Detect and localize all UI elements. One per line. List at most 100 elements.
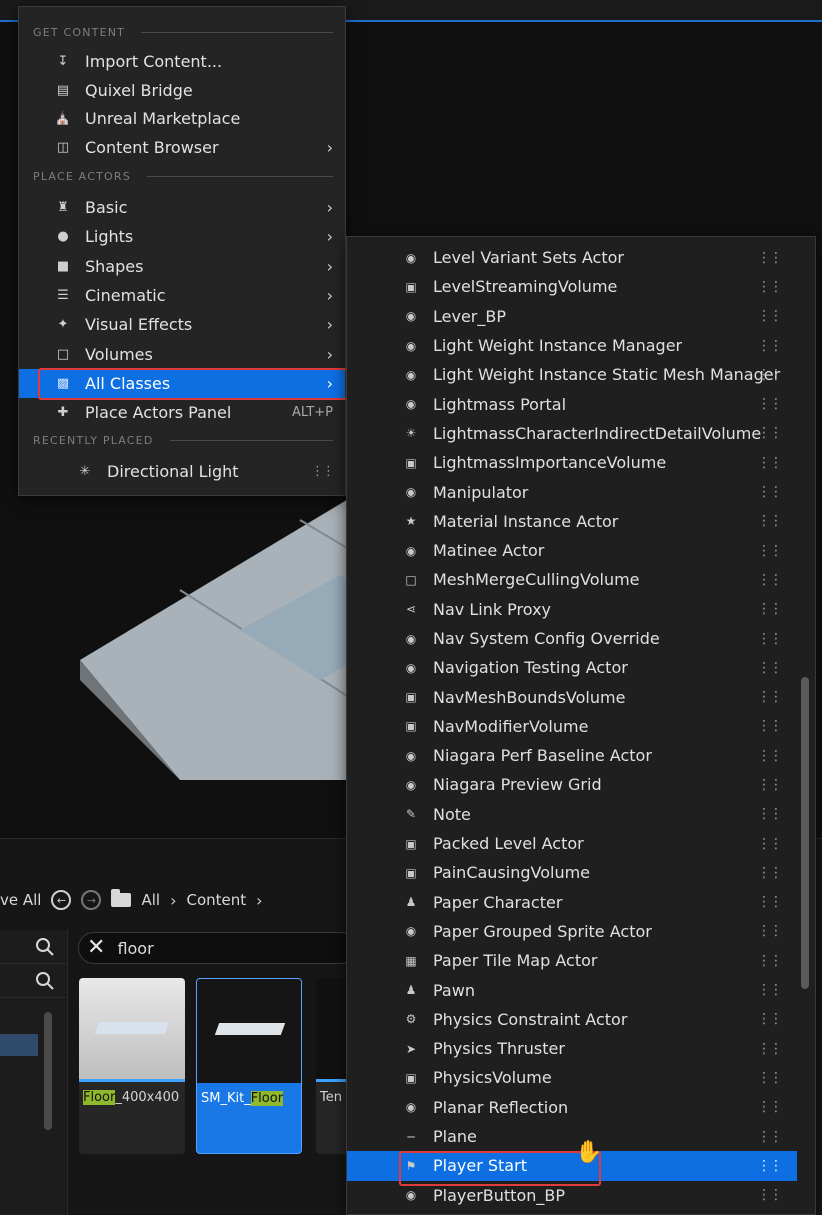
back-icon[interactable]: ← — [51, 890, 72, 910]
drag-grip-icon[interactable]: ⋮⋮ — [757, 1187, 783, 1203]
breadcrumb-all[interactable]: All — [141, 891, 160, 909]
menu-item-directional-light[interactable]: ✳ Directional Light ⋮⋮ — [19, 457, 345, 486]
class-item[interactable]: ◉ PlayerButton_BP ⋮⋮ — [347, 1181, 797, 1210]
menu-item-basic[interactable]: ♜ Basic › — [19, 193, 345, 222]
class-item[interactable]: ⚙ Physics Constraint Actor ⋮⋮ — [347, 1005, 797, 1034]
drag-grip-icon[interactable]: ⋮⋮ — [757, 1011, 783, 1027]
search-icon[interactable] — [35, 971, 55, 991]
drag-grip-icon[interactable]: ⋮⋮ — [757, 923, 783, 939]
drag-grip-icon[interactable]: ⋮⋮ — [757, 894, 783, 910]
class-item[interactable]: ◉ Nav System Config Override ⋮⋮ — [347, 624, 797, 653]
class-item[interactable]: ▣ PhysicsVolume ⋮⋮ — [347, 1063, 797, 1092]
drag-grip-icon[interactable]: ⋮⋮ — [757, 1041, 783, 1057]
menu-item-cinematic[interactable]: ☰ Cinematic › — [19, 281, 345, 310]
drag-grip-icon[interactable]: ⋮⋮ — [757, 279, 783, 295]
class-item[interactable]: ─ Plane ⋮⋮ — [347, 1122, 797, 1151]
class-item[interactable]: ▦ Paper Tile Map Actor ⋮⋮ — [347, 946, 797, 975]
menu-item-visual-effects[interactable]: ✦ Visual Effects › — [19, 310, 345, 339]
menu-item-volumes[interactable]: □ Volumes › — [19, 340, 345, 369]
class-item[interactable]: ▣ Packed Level Actor ⋮⋮ — [347, 829, 797, 858]
forward-icon[interactable]: → — [81, 890, 102, 910]
class-item[interactable]: ✎ Note ⋮⋮ — [347, 800, 797, 829]
class-item[interactable]: ♟ Paper Character ⋮⋮ — [347, 888, 797, 917]
drag-grip-icon[interactable]: ⋮⋮ — [757, 338, 783, 354]
search-icon[interactable] — [35, 937, 55, 957]
class-item[interactable]: ★ Material Instance Actor ⋮⋮ — [347, 507, 797, 536]
class-item[interactable]: ◉ Niagara Perf Baseline Actor ⋮⋮ — [347, 741, 797, 770]
drag-grip-icon[interactable]: ⋮⋮ — [757, 953, 783, 969]
sources-search-row[interactable] — [0, 930, 67, 964]
menu-item-import-content[interactable]: ↧ Import Content... — [19, 47, 345, 76]
drag-grip-icon[interactable]: ⋮⋮ — [757, 396, 783, 412]
drag-grip-icon[interactable]: ⋮⋮ — [757, 308, 783, 324]
asset-tile[interactable]: Floor_400x400 — [79, 978, 185, 1154]
class-item[interactable]: ◉ Light Weight Instance Static Mesh Manag… — [347, 360, 797, 389]
class-item[interactable]: ◉ Lightmass Portal ⋮⋮ — [347, 389, 797, 418]
class-item[interactable]: ◉ Navigation Testing Actor ⋮⋮ — [347, 653, 797, 682]
drag-grip-icon[interactable]: ⋮⋮ — [757, 250, 783, 266]
class-item[interactable]: ◉ Matinee Actor ⋮⋮ — [347, 536, 797, 565]
asset-tile-selected[interactable]: SM_Kit_Floor — [196, 978, 302, 1154]
menu-item-quixel-bridge[interactable]: ▤ Quixel Bridge — [19, 76, 345, 105]
drag-grip-icon[interactable]: ⋮⋮ — [757, 1099, 783, 1115]
drag-grip-icon[interactable]: ⋮⋮ — [757, 689, 783, 705]
class-item[interactable]: ◉ Level Variant Sets Actor ⋮⋮ — [347, 243, 797, 272]
class-item[interactable]: ▣ LightmassImportanceVolume ⋮⋮ — [347, 448, 797, 477]
sources-scrollbar[interactable] — [44, 1012, 52, 1130]
drag-grip-icon[interactable]: ⋮⋮ — [757, 455, 783, 471]
drag-grip-icon[interactable]: ⋮⋮ — [757, 718, 783, 734]
menu-item-lights[interactable]: ● Lights › — [19, 222, 345, 251]
drag-grip-icon[interactable]: ⋮⋮ — [757, 484, 783, 500]
drag-grip-icon[interactable]: ⋮⋮ — [757, 367, 783, 383]
drag-grip-icon[interactable]: ⋮⋮ — [757, 982, 783, 998]
drag-grip-icon[interactable]: ⋮⋮ — [757, 425, 783, 441]
drag-grip-icon[interactable]: ⋮⋮ — [757, 631, 783, 647]
class-item[interactable]: ♟ Pawn ⋮⋮ — [347, 975, 797, 1004]
drag-grip-icon[interactable]: ⋮⋮ — [757, 748, 783, 764]
menu-item-unreal-marketplace[interactable]: ⛪ Unreal Marketplace — [19, 104, 345, 133]
class-item[interactable]: ⚑ Player Start ⋮⋮ — [347, 1151, 797, 1181]
save-all-button[interactable]: ve All — [0, 891, 41, 909]
clear-search-icon[interactable]: ✕ — [87, 937, 105, 959]
class-item[interactable]: ◉ Manipulator ⋮⋮ — [347, 477, 797, 506]
collections-search-row[interactable] — [0, 964, 67, 998]
class-item[interactable]: ⋖ Nav Link Proxy ⋮⋮ — [347, 595, 797, 624]
class-item[interactable]: ▣ PainCausingVolume ⋮⋮ — [347, 858, 797, 887]
drag-grip-icon[interactable]: ⋮⋮ — [757, 1070, 783, 1086]
drag-grip-icon[interactable]: ⋮⋮ — [757, 1158, 783, 1174]
menu-item-content-browser[interactable]: ◫ Content Browser › — [19, 133, 345, 162]
class-item[interactable]: ☀ LightmassCharacterIndirectDetailVolume ⋮… — [347, 419, 797, 448]
class-item[interactable]: ➤ Physics Thruster ⋮⋮ — [347, 1034, 797, 1063]
menu-item-shapes[interactable]: ■ Shapes › — [19, 252, 345, 281]
class-list-scrollbar[interactable] — [801, 677, 809, 989]
class-item[interactable]: ◉ Light Weight Instance Manager ⋮⋮ — [347, 331, 797, 360]
chevron-right-icon[interactable]: › — [256, 891, 262, 910]
menu-item-place-actors-panel[interactable]: ✚ Place Actors Panel ALT+P — [19, 398, 345, 427]
class-item[interactable]: ◉ Niagara Preview Grid ⋮⋮ — [347, 770, 797, 799]
drag-grip-icon[interactable]: ⋮⋮ — [757, 865, 783, 881]
class-item[interactable]: □ MeshMergeCullingVolume ⋮⋮ — [347, 565, 797, 594]
drag-grip-icon[interactable]: ⋮⋮ — [757, 777, 783, 793]
folder-icon[interactable] — [111, 889, 132, 907]
asset-search-input[interactable]: ✕ floor — [78, 932, 358, 964]
drag-grip-icon[interactable]: ⋮⋮ — [757, 806, 783, 822]
drag-grip-icon[interactable]: ⋮⋮ — [757, 601, 783, 617]
asset-tile[interactable]: Ten — [316, 978, 350, 1154]
class-item[interactable]: ◉ Paper Grouped Sprite Actor ⋮⋮ — [347, 917, 797, 946]
class-item[interactable]: ▣ NavModifierVolume ⋮⋮ — [347, 712, 797, 741]
class-item[interactable]: ◉ Planar Reflection ⋮⋮ — [347, 1093, 797, 1122]
selected-folder[interactable] — [0, 1034, 38, 1056]
menu-item-all-classes[interactable]: ▩ All Classes › — [19, 369, 345, 398]
drag-grip-icon[interactable]: ⋮⋮ — [757, 543, 783, 559]
drag-grip-icon[interactable]: ⋮⋮ — [757, 836, 783, 852]
class-item[interactable]: ▣ NavMeshBoundsVolume ⋮⋮ — [347, 682, 797, 711]
class-icon: ✎ — [405, 807, 417, 822]
drag-grip-icon[interactable]: ⋮⋮ — [757, 660, 783, 676]
drag-grip-icon[interactable]: ⋮⋮ — [757, 1129, 783, 1145]
breadcrumb-content[interactable]: Content — [187, 891, 247, 909]
drag-grip-icon[interactable]: ⋮⋮ — [757, 513, 783, 529]
drag-grip-icon[interactable]: ⋮⋮ — [311, 464, 335, 479]
class-item[interactable]: ◉ Lever_BP ⋮⋮ — [347, 302, 797, 331]
class-item[interactable]: ▣ LevelStreamingVolume ⋮⋮ — [347, 272, 797, 301]
drag-grip-icon[interactable]: ⋮⋮ — [757, 572, 783, 588]
